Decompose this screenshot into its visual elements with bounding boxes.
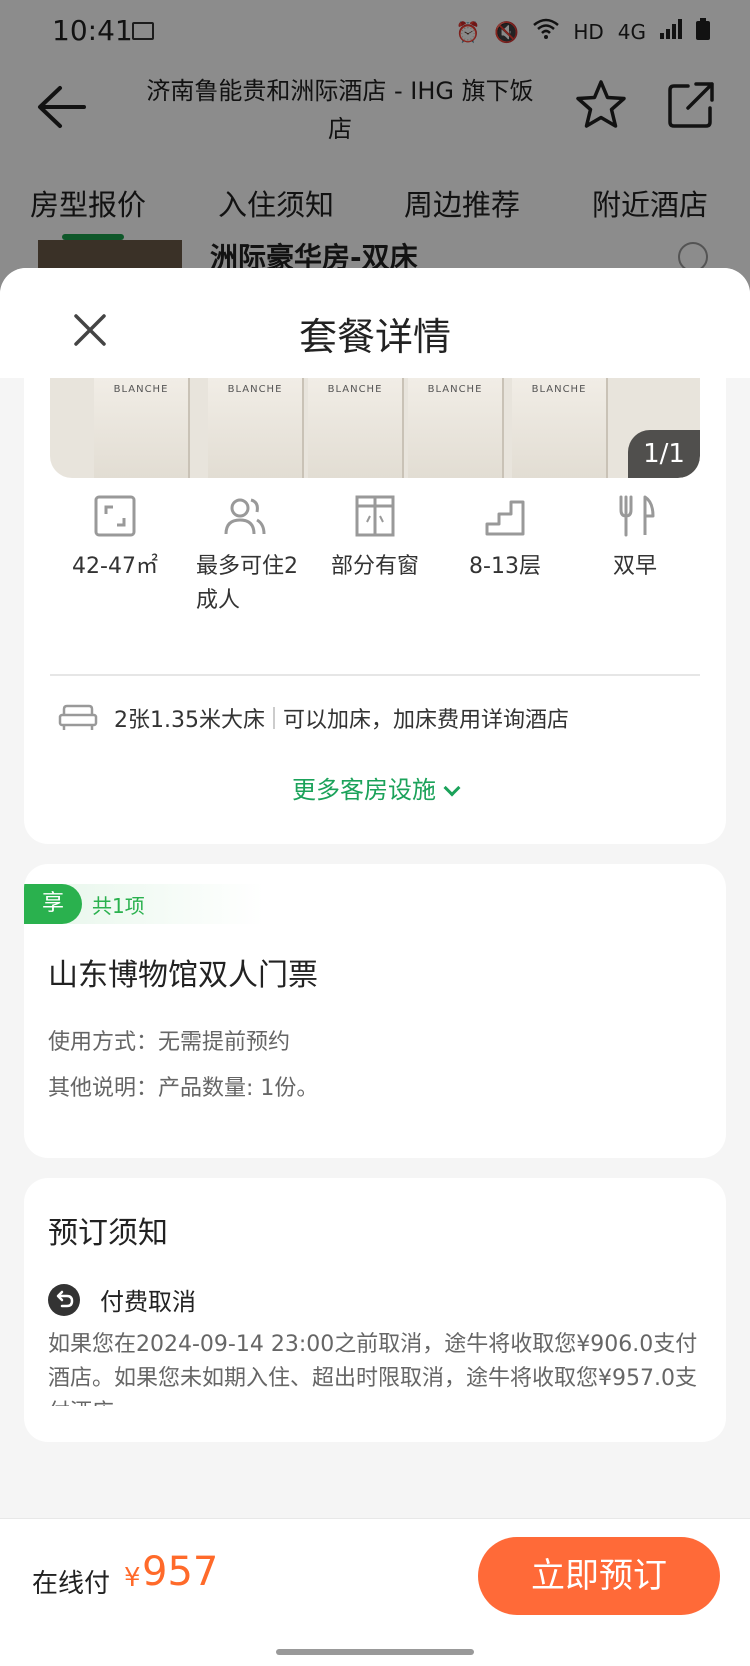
guests-icon <box>224 498 266 535</box>
more-facilities-link[interactable]: 更多客房设施 <box>24 770 726 805</box>
facility-area-label: 42-47㎡ <box>72 554 158 579</box>
bed-icon <box>58 704 98 730</box>
facility-breakfast-label: 双早 <box>612 554 657 579</box>
benefit-usage: 使用方式：无需提前预约 <box>48 1030 291 1055</box>
facility-guests-label: 最多可住2成人 <box>196 554 298 613</box>
benefit-note: 其他说明：产品数量: 1份。 <box>48 1076 319 1101</box>
overlay-scrim[interactable] <box>0 0 750 300</box>
price-value: 957 <box>142 1549 219 1595</box>
separator <box>272 707 275 729</box>
price-currency: ¥ <box>124 1563 141 1593</box>
more-facilities-label: 更多客房设施 <box>292 776 436 804</box>
booking-notice-card: 预订须知 付费取消 如果您在2024-09-14 23:00之前取消，途牛将收取… <box>24 1178 726 1442</box>
room-facilities: 42-47㎡ 最多可住2成人 部分有窗 8-13层 双早 <box>50 494 700 654</box>
bed-text: 2张1.35米大床 <box>114 708 265 733</box>
room-photo[interactable]: BLANCHE BLANCHE BLANCHE BLANCHE BLANCHE … <box>50 378 700 478</box>
divider <box>50 674 700 676</box>
area-icon <box>94 495 136 537</box>
benefit-count: 共1项 <box>92 894 145 918</box>
book-now-button[interactable]: 立即预订 <box>478 1537 720 1615</box>
footer-bar: 在线付 ¥ 957 立即预订 <box>0 1518 750 1666</box>
sheet-title: 套餐详情 <box>298 315 451 359</box>
floor-icon <box>485 500 525 536</box>
chevron-down-icon <box>443 779 461 797</box>
facility-floor-label: 8-13层 <box>469 554 541 579</box>
cancel-policy-text: 如果您在2024-09-14 23:00之前取消，途牛将收取您¥906.0支付酒… <box>48 1332 698 1406</box>
room-info-card: BLANCHE BLANCHE BLANCHE BLANCHE BLANCHE … <box>24 378 726 844</box>
enjoy-badge: 享 <box>24 884 82 924</box>
breakfast-icon <box>619 495 655 537</box>
window-icon <box>355 495 395 537</box>
bed-info: 2张1.35米大床 可以加床，加床费用详询酒店 <box>50 696 700 740</box>
refund-icon <box>48 1284 80 1316</box>
cancel-policy-label: 付费取消 <box>100 1288 196 1316</box>
pay-label: 在线付 <box>32 1569 111 1599</box>
photo-counter: 1/1 <box>628 430 700 478</box>
benefit-title: 山东博物馆双人门票 <box>48 958 318 993</box>
facility-guests: 最多可住2成人 <box>180 494 310 618</box>
facility-area: 42-47㎡ <box>50 494 180 584</box>
facility-floor: 8-13层 <box>440 494 570 584</box>
facility-window-label: 部分有窗 <box>330 554 419 579</box>
benefit-header: 享 共1项 <box>24 884 264 924</box>
facility-window: 部分有窗 <box>310 494 440 584</box>
package-detail-sheet: 套餐详情 BLANCHE BLANCHE BLANCHE BLANCHE BLA… <box>0 268 750 1666</box>
package-benefit-card: 享 共1项 山东博物馆双人门票 使用方式：无需提前预约 其他说明：产品数量: 1… <box>24 864 726 1158</box>
extra-bed-text: 可以加床，加床费用详询酒店 <box>282 708 569 733</box>
notice-title: 预订须知 <box>48 1216 168 1251</box>
facility-breakfast: 双早 <box>570 494 700 584</box>
sheet-header: 套餐详情 <box>0 268 750 378</box>
home-indicator[interactable] <box>276 1649 474 1655</box>
